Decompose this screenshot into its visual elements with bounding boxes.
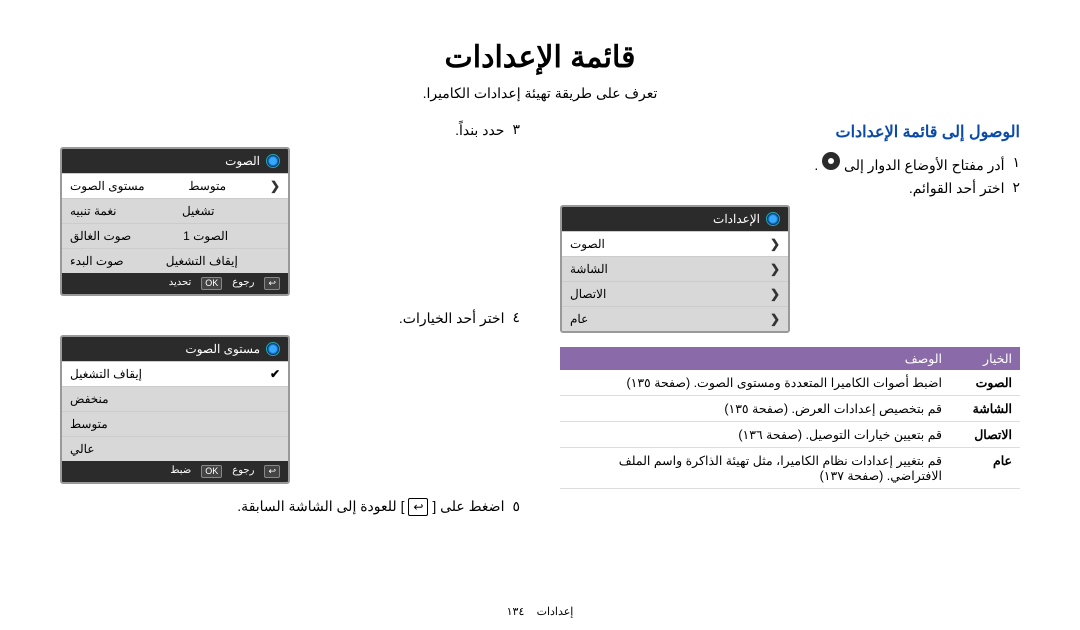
right-column: الوصول إلى قائمة الإعدادات ١ أدر مفتاح ا… xyxy=(560,122,1020,522)
menu-label: الصوت xyxy=(570,237,605,251)
row-value: تشغيل xyxy=(182,204,215,218)
panel-header: الصوت xyxy=(62,149,288,173)
table-row: عام قم بتغيير إعدادات نظام الكاميرا، مثل… xyxy=(560,448,1020,489)
row-value: متوسط xyxy=(188,179,226,193)
panel-footer: ↩ رجوع OK تحديد xyxy=(62,273,288,294)
section-heading: الوصول إلى قائمة الإعدادات xyxy=(560,122,1020,142)
step-3: ٣ حدد بنداً. xyxy=(60,122,520,139)
opt-cell: الصوت xyxy=(950,370,1020,396)
ok-label: تحديد xyxy=(169,277,192,290)
menu-row[interactable]: عالي xyxy=(62,436,288,461)
dial-icon xyxy=(266,342,280,356)
row-label: مستوى الصوت xyxy=(70,179,145,193)
footer-section: إعدادات xyxy=(537,606,574,618)
th-option: الخيار xyxy=(950,347,1020,370)
desc-cell: قم بتعيين خيارات التوصيل. (صفحة ١٣٦) xyxy=(560,422,950,448)
panel-title: مستوى الصوت xyxy=(185,342,260,356)
menu-row[interactable]: ✔ إيقاف التشغيل xyxy=(62,361,288,386)
step-2: ٢ اختر أحد القوائم. xyxy=(560,180,1020,197)
step-text: اختر أحد الخيارات. xyxy=(399,310,505,327)
step-text: اختر أحد القوائم. xyxy=(909,180,1005,197)
option-label: متوسط xyxy=(70,417,108,431)
chevron-left-icon: ❮ xyxy=(770,262,780,276)
back-key[interactable]: ↩ xyxy=(264,277,280,290)
step-num: ٢ xyxy=(1012,180,1020,197)
dial-icon xyxy=(266,154,280,168)
left-column: ٣ حدد بنداً. الصوت ❮ متوسط مستوى الصوت ت… xyxy=(60,122,520,522)
back-key[interactable]: ↩ xyxy=(264,465,280,478)
step-num: ٤ xyxy=(512,310,520,327)
page-title: قائمة الإعدادات xyxy=(60,40,1020,75)
opt-cell: الشاشة xyxy=(950,396,1020,422)
menu-row[interactable]: الصوت 1 صوت الغالق xyxy=(62,223,288,248)
desc-cell: قم بتخصيص إعدادات العرض. (صفحة ١٣٥) xyxy=(560,396,950,422)
menu-label: الشاشة xyxy=(570,262,608,276)
desc-cell: اضبط أصوات الكاميرا المتعددة ومستوى الصو… xyxy=(560,370,950,396)
step-text-part: اضغط على [ xyxy=(432,498,504,514)
back-label: رجوع xyxy=(232,277,254,290)
step-4: ٤ اختر أحد الخيارات. xyxy=(60,310,520,327)
step-text: حدد بنداً. xyxy=(455,122,504,139)
option-label: عالي xyxy=(70,442,94,456)
table-row: الشاشة قم بتخصيص إعدادات العرض. (صفحة ١٣… xyxy=(560,396,1020,422)
panel-title: الصوت xyxy=(225,154,260,168)
step-text-part: أدر مفتاح الأوضاع الدوار إلى xyxy=(844,157,1004,173)
menu-label: عام xyxy=(570,312,588,326)
option-label: منخفض xyxy=(70,392,109,406)
volume-options-panel: مستوى الصوت ✔ إيقاف التشغيل منخفض متوسط … xyxy=(60,335,290,484)
menu-row[interactable]: ❮ الاتصال xyxy=(562,281,788,306)
menu-row[interactable]: متوسط xyxy=(62,411,288,436)
table-row: الصوت اضبط أصوات الكاميرا المتعددة ومستو… xyxy=(560,370,1020,396)
step-1: ١ أدر مفتاح الأوضاع الدوار إلى . xyxy=(560,152,1020,174)
panel-header: الإعدادات xyxy=(562,207,788,231)
chevron-left-icon: ❮ xyxy=(770,287,780,301)
row-label: نغمة تنبيه xyxy=(70,204,116,218)
menu-row[interactable]: ❮ متوسط مستوى الصوت xyxy=(62,173,288,198)
step-num: ١ xyxy=(1012,155,1020,172)
menu-row[interactable]: ❮ الصوت xyxy=(562,231,788,256)
menu-row[interactable]: إيقاف التشغيل صوت البدء xyxy=(62,248,288,273)
row-value: الصوت 1 xyxy=(183,229,228,243)
step-text-part: ] للعودة إلى الشاشة السابقة. xyxy=(237,498,404,514)
settings-main-panel: الإعدادات ❮ الصوت ❮ الشاشة ❮ الاتصال ❮ ع… xyxy=(560,205,790,333)
page-footer: إعدادات ١٣٤ xyxy=(0,605,1080,618)
back-icon: ↩ xyxy=(408,498,428,516)
check-icon: ✔ xyxy=(270,367,280,381)
chevron-left-icon: ❮ xyxy=(770,237,780,251)
menu-row[interactable]: تشغيل نغمة تنبيه xyxy=(62,198,288,223)
menu-label: الاتصال xyxy=(570,287,606,301)
table-row: الاتصال قم بتعيين خيارات التوصيل. (صفحة … xyxy=(560,422,1020,448)
panel-title: الإعدادات xyxy=(713,212,760,226)
step-text-part: . xyxy=(814,157,818,173)
desc-cell: قم بتغيير إعدادات نظام الكاميرا، مثل تهي… xyxy=(560,448,950,489)
back-label: رجوع xyxy=(232,465,254,478)
th-desc: الوصف xyxy=(560,347,950,370)
option-label: إيقاف التشغيل xyxy=(70,367,142,381)
menu-row[interactable]: ❮ عام xyxy=(562,306,788,331)
panel-footer: ↩ رجوع OK ضبط xyxy=(62,461,288,482)
ok-key[interactable]: OK xyxy=(201,277,222,290)
opt-cell: الاتصال xyxy=(950,422,1020,448)
ok-label: ضبط xyxy=(170,465,191,478)
panel-header: مستوى الصوت xyxy=(62,337,288,361)
chevron-left-icon: ❮ xyxy=(770,312,780,326)
row-label: صوت البدء xyxy=(70,254,124,268)
opt-cell: عام xyxy=(950,448,1020,489)
gear-icon xyxy=(822,152,840,170)
menu-row[interactable]: ❮ الشاشة xyxy=(562,256,788,281)
dial-icon xyxy=(766,212,780,226)
step-5: ٥ اضغط على [ ↩ ] للعودة إلى الشاشة الساب… xyxy=(60,498,520,516)
step-num: ٥ xyxy=(512,499,520,516)
menu-row[interactable]: منخفض xyxy=(62,386,288,411)
footer-page-num: ١٣٤ xyxy=(507,606,525,618)
chevron-left-icon: ❮ xyxy=(270,179,280,193)
sound-settings-panel: الصوت ❮ متوسط مستوى الصوت تشغيل نغمة تنب… xyxy=(60,147,290,296)
row-value: إيقاف التشغيل xyxy=(166,254,238,268)
step-num: ٣ xyxy=(512,122,520,139)
row-label: صوت الغالق xyxy=(70,229,131,243)
options-table: الخيار الوصف الصوت اضبط أصوات الكاميرا ا… xyxy=(560,347,1020,489)
page-subtitle: تعرف على طريقة تهيئة إعدادات الكاميرا. xyxy=(60,85,1020,102)
ok-key[interactable]: OK xyxy=(201,465,222,478)
